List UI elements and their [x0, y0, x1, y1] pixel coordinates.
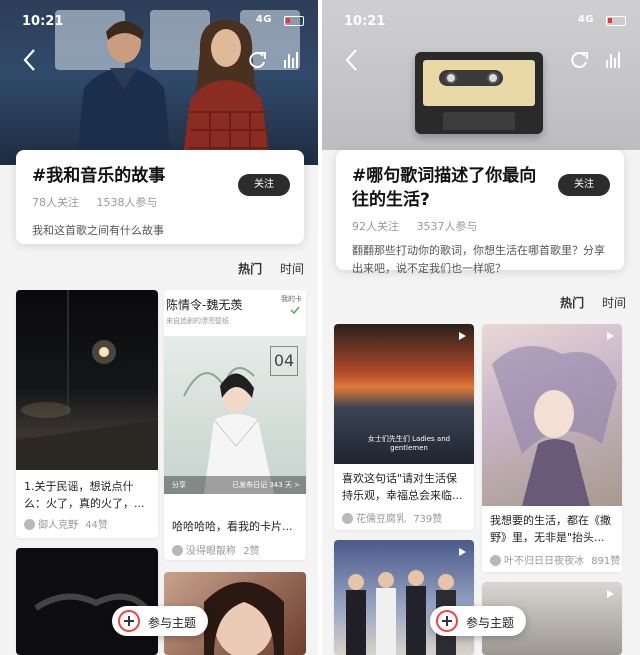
card-tag: 我的卡 [281, 295, 302, 303]
card-share-info: 已发布日记 343 天 > [232, 481, 300, 489]
avatar [490, 555, 501, 566]
tab-hot[interactable]: 热门 [560, 296, 584, 310]
topic-description: 我和这首歌之间有什么故事 [32, 224, 164, 237]
topic-card: #我和音乐的故事 78人关注 1538人参与 我和这首歌之间有什么故事 关注 [16, 150, 304, 244]
card-subtitle: 来自追剧的漂亮壁纸 [166, 317, 229, 325]
join-topic-button[interactable]: 参与主题 [430, 606, 526, 636]
topic-followers: 78人关注 [32, 196, 79, 209]
card-photo: 04 分享 已发布日记 343 天 > [164, 336, 306, 494]
photo-caption: 女士们先生们 Ladies and gentlemen [367, 435, 451, 452]
like-count: 2赞 [243, 546, 260, 557]
status-time: 10:21 [22, 14, 64, 29]
card-text: 1.关于民谣，想说点什么：火了，真的火了，... [24, 480, 145, 510]
status-time: 10:21 [344, 14, 386, 29]
topic-description: 翻翻那些打动你的歌词，你想生活在哪首歌里？分享出来吧，说不定我们也一样呢？ [352, 244, 605, 275]
phone-screen-right: 10:21 4G #哪句歌词描述了你最向往的生活? 92人关注 3537人参与 … [322, 0, 640, 655]
author-name: 叶不归日日夜夜冰 [504, 556, 584, 567]
back-icon[interactable] [342, 46, 364, 74]
feed-card[interactable]: 1.关于民谣，想说点什么：火了，真的火了，... 御人克野 44赞 [16, 290, 158, 538]
avatar [24, 519, 35, 530]
play-icon [459, 332, 466, 340]
stats-icon[interactable] [604, 50, 624, 70]
card-text: 我想要的生活，都在《撒野》里，无非是"抬头... [490, 514, 611, 544]
tab-time[interactable]: 时间 [602, 296, 626, 310]
join-topic-label: 参与主题 [466, 616, 515, 630]
like-count: 891赞 [591, 556, 621, 567]
card-author: 花儒豆腐乳 739赞 [342, 510, 442, 525]
card-photo [346, 570, 456, 655]
card-photo [482, 324, 622, 506]
stats-icon[interactable] [282, 50, 302, 70]
tab-hot[interactable]: 热门 [238, 262, 262, 276]
feed-card[interactable]: 女士们先生们 Ladies and gentlemen 喜欢这句话"请对生活保持… [334, 324, 474, 530]
feed-card[interactable]: 陈情令-魏无羡 来自追剧的漂亮壁纸 我的卡 04 分享 已发布日记 343 天 … [164, 290, 306, 560]
avatar [342, 513, 353, 524]
feed-card[interactable]: 我想要的生活，都在《撒野》里，无非是"抬头... 叶不归日日夜夜冰 891赞 [482, 324, 622, 572]
status-bar: 10:21 4G [0, 0, 318, 40]
join-topic-label: 参与主题 [148, 616, 197, 630]
card-author: 叶不归日日夜夜冰 891赞 [490, 552, 620, 567]
topic-stats: 78人关注 1538人参与 [32, 194, 288, 210]
follow-button[interactable]: 关注 [238, 174, 290, 196]
nav-bar [322, 46, 640, 76]
phone-screen-left: 10:21 4G #我和音乐的故事 78人关注 1538人参与 我和这首歌之间有… [0, 0, 318, 655]
plus-icon [118, 610, 140, 632]
card-author: 御人克野 44赞 [24, 516, 108, 531]
card-author: 没得眼靓称 2赞 [172, 542, 260, 557]
check-icon [290, 306, 300, 314]
card-photo [16, 290, 158, 470]
nav-bar [0, 46, 318, 76]
plus-icon [436, 610, 458, 632]
topic-title: #哪句歌词描述了你最向往的生活? [352, 166, 537, 210]
card-date: 04 [270, 346, 298, 376]
author-name: 没得眼靓称 [186, 546, 236, 557]
author-name: 御人克野 [38, 520, 78, 531]
topic-followers: 92人关注 [352, 220, 399, 233]
status-bar: 10:21 4G [322, 0, 640, 40]
topic-stats: 92人关注 3537人参与 [352, 218, 608, 234]
battery-icon [606, 16, 626, 26]
topic-title: #我和音乐的故事 [32, 166, 166, 186]
like-count: 739赞 [413, 514, 443, 525]
card-share-label[interactable]: 分享 [172, 480, 186, 490]
feed-card[interactable] [16, 548, 158, 655]
card-title: 陈情令-魏无羡 [166, 298, 243, 312]
play-icon [459, 548, 466, 556]
card-text: 哈哈哈哈，看我的卡片... [172, 520, 293, 533]
network-label: 4G [577, 14, 594, 25]
back-icon[interactable] [20, 46, 42, 74]
join-topic-button[interactable]: 参与主题 [112, 606, 208, 636]
author-name: 花儒豆腐乳 [356, 514, 406, 525]
network-label: 4G [255, 14, 272, 25]
topic-participants: 3537人参与 [416, 220, 478, 233]
share-icon[interactable] [570, 50, 590, 70]
card-text: 喜欢这句话"请对生活保持乐观，幸福总会来临... [342, 472, 463, 502]
card-photo [34, 593, 149, 611]
topic-participants: 1538人参与 [96, 196, 158, 209]
share-icon[interactable] [248, 50, 268, 70]
topic-card: #哪句歌词描述了你最向往的生活? 92人关注 3537人参与 翻翻那些打动你的歌… [336, 150, 624, 275]
sort-tabs: 热门 时间 [224, 260, 304, 277]
play-icon [607, 590, 614, 598]
avatar [172, 545, 183, 556]
battery-icon [284, 16, 304, 26]
like-count: 44赞 [85, 520, 108, 531]
tab-time[interactable]: 时间 [280, 262, 304, 276]
follow-button[interactable]: 关注 [558, 174, 610, 196]
sort-tabs: 热门 时间 [546, 294, 626, 311]
card-photo: 女士们先生们 Ladies and gentlemen [334, 324, 474, 464]
feed-card[interactable] [334, 540, 474, 655]
play-icon [607, 332, 614, 340]
